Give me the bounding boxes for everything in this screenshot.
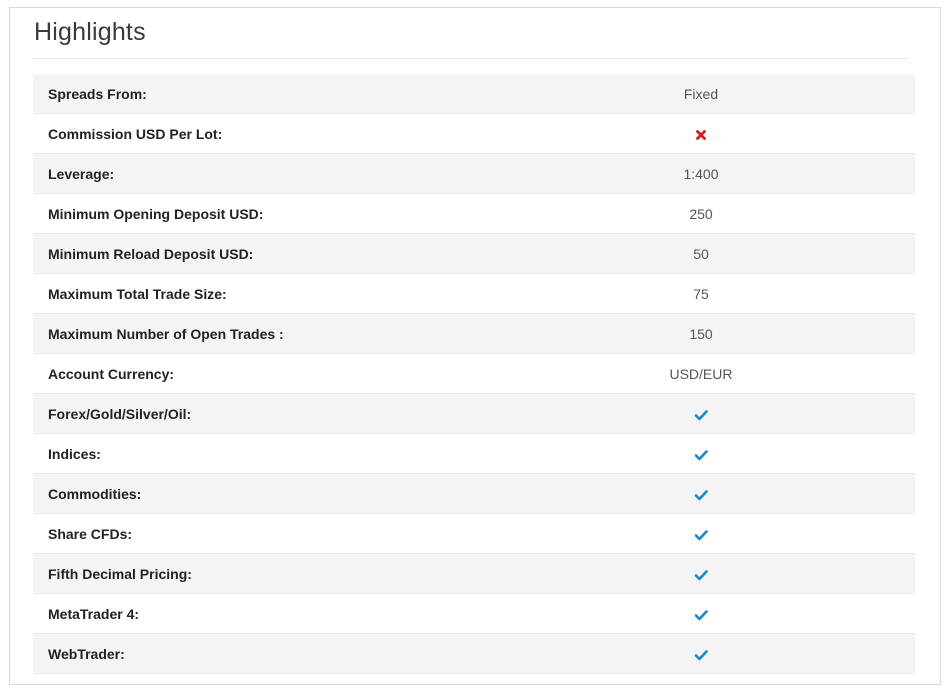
row-value: 75 [693,285,709,302]
row-value: 50 [693,245,709,262]
table-row: Maximum Number of Open Trades : 150 [33,314,915,354]
row-value [633,565,915,581]
highlights-table: Spreads From: Fixed Commission USD Per Lot… [33,74,915,674]
highlights-panel: Highlights Spreads From: Fixed Commission … [9,7,941,685]
table-row: MetaTrader 4: [33,594,915,634]
checkmark-icon [694,608,708,622]
row-label: Leverage: [48,165,115,182]
table-row: WebTrader: [33,634,915,674]
checkmark-icon [694,648,708,662]
row-value [633,645,915,661]
row-value: USD/EUR [669,365,733,382]
title-divider [32,58,908,59]
cross-icon [694,128,708,142]
table-row: Indices: [33,434,915,474]
row-label: Commodities: [48,485,142,502]
table-row: Minimum Opening Deposit USD: 250 [33,194,915,234]
row-value: 250 [689,205,713,222]
row-value [633,445,915,461]
row-label: Account Currency: [48,365,175,382]
table-row: Share CFDs: [33,514,915,554]
row-label: Maximum Total Trade Size: [48,285,227,302]
row-value: 1:400 [683,165,719,182]
row-label: WebTrader: [48,645,125,662]
row-value: Fixed [683,85,719,102]
table-row: Maximum Total Trade Size: 75 [33,274,915,314]
panel-title: Highlights [34,18,146,46]
table-row: Commodities: [33,474,915,514]
row-label: Minimum Reload Deposit USD: [48,245,254,262]
row-value [633,405,915,421]
row-value [633,605,915,621]
row-value [633,525,915,541]
checkmark-icon [694,568,708,582]
row-label: MetaTrader 4: [48,605,140,622]
row-label: Fifth Decimal Pricing: [48,565,192,582]
table-row: Spreads From: Fixed [33,74,915,114]
table-row: Commission USD Per Lot: [33,114,915,154]
row-value [633,485,915,501]
row-label: Share CFDs: [48,525,133,542]
row-label: Minimum Opening Deposit USD: [48,205,264,222]
table-row: Minimum Reload Deposit USD: 50 [33,234,915,274]
row-label: Forex/Gold/Silver/Oil: [48,405,192,422]
checkmark-icon [694,528,708,542]
row-label: Indices: [48,445,101,462]
table-row: Leverage: 1:400 [33,154,915,194]
table-row: Forex/Gold/Silver/Oil: [33,394,915,434]
row-label: Spreads From: [48,85,147,102]
row-value [633,125,915,141]
checkmark-icon [694,408,708,422]
row-label: Commission USD Per Lot: [48,125,223,142]
row-label: Maximum Number of Open Trades : [48,325,284,342]
checkmark-icon [694,488,708,502]
row-value: 150 [689,325,713,342]
checkmark-icon [694,448,708,462]
table-row: Account Currency: USD/EUR [33,354,915,394]
table-row: Fifth Decimal Pricing: [33,554,915,594]
